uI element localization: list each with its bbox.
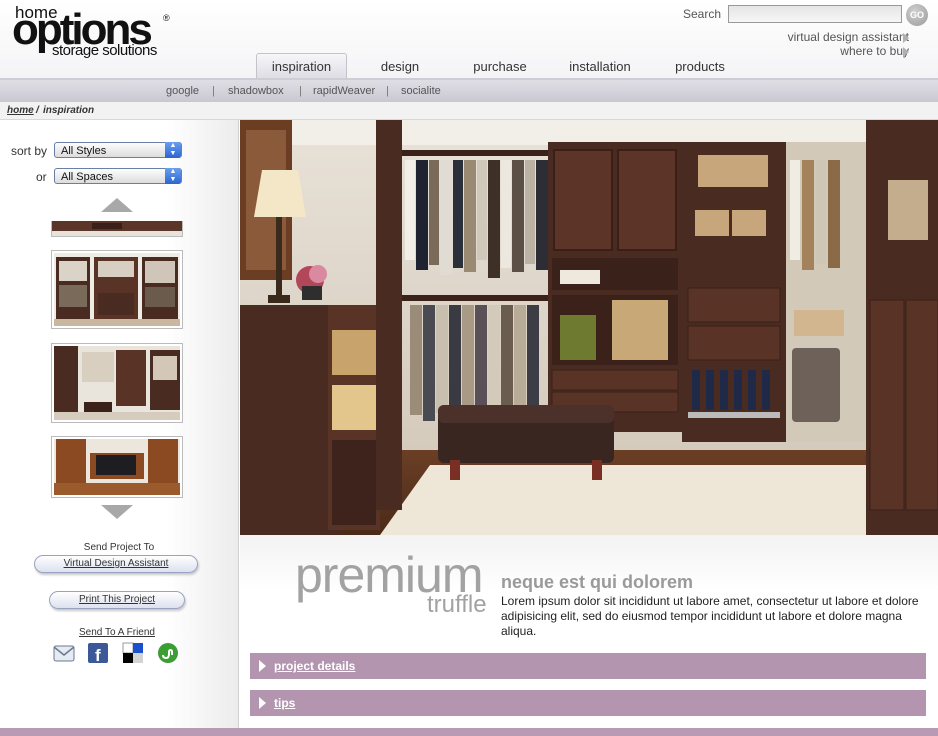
- subnav-separator: |: [386, 85, 389, 97]
- subnav-item-socialite[interactable]: socialite: [401, 85, 441, 97]
- project-details-accordion[interactable]: project details: [250, 653, 926, 679]
- footer-bar: [0, 728, 938, 736]
- search-input[interactable]: [728, 5, 902, 23]
- virtual-design-assistant-link[interactable]: virtual design assistant: [788, 30, 909, 44]
- send-project-label: Send Project To: [83, 542, 155, 553]
- delicious-icon[interactable]: [122, 642, 144, 664]
- virtual-design-assistant-label: virtual design assistant: [787, 30, 909, 44]
- search-label: Search: [683, 7, 722, 21]
- thumbnail-partial[interactable]: [51, 221, 183, 237]
- sub-navigation-bar: [0, 80, 938, 102]
- virtual-design-assistant-button[interactable]: Virtual Design Assistant: [34, 555, 198, 573]
- sort-style-value: All Styles: [61, 145, 107, 157]
- where-to-buy-link[interactable]: where to buy: [840, 44, 909, 58]
- sort-style-select[interactable]: All Styles ▲ ▼: [54, 142, 182, 158]
- select-updown-icon: ▲ ▼: [165, 168, 181, 184]
- project-thumbnail[interactable]: [51, 343, 183, 423]
- project-headline: neque est qui dolorem: [501, 572, 694, 592]
- subnav-item-google[interactable]: google: [166, 85, 199, 97]
- closet-hero-image: [240, 120, 938, 535]
- space-value: All Spaces: [61, 171, 113, 183]
- subnav-item-rapidweaver[interactable]: rapidWeaver: [313, 85, 375, 97]
- facebook-icon[interactable]: f: [87, 642, 109, 664]
- breadcrumb: [0, 102, 938, 120]
- tab-installation[interactable]: installation: [560, 58, 640, 78]
- chevron-right-icon: [903, 33, 909, 43]
- thumbnail-image: [54, 253, 180, 326]
- search-go-button[interactable]: GO: [906, 4, 928, 26]
- or-label: or: [36, 170, 47, 184]
- tab-inspiration[interactable]: inspiration: [256, 53, 347, 80]
- subnav-separator: |: [299, 85, 302, 97]
- subnav-separator: |: [212, 85, 215, 97]
- project-thumbnail[interactable]: [51, 250, 183, 329]
- breadcrumb-home-link[interactable]: home: [7, 105, 34, 116]
- breadcrumb-current: inspiration: [43, 105, 95, 116]
- thumbnail-image: [52, 221, 182, 236]
- tab-purchase[interactable]: purchase: [460, 58, 540, 78]
- project-details-label: project details: [274, 659, 356, 673]
- logo-registered-mark: ®: [163, 13, 170, 23]
- project-description: Lorem ipsum dolor sit incididunt ut labo…: [501, 594, 919, 638]
- subnav-item-shadowbox[interactable]: shadowbox: [228, 85, 284, 97]
- print-project-button[interactable]: Print This Project: [49, 591, 185, 609]
- space-select[interactable]: All Spaces ▲ ▼: [54, 168, 182, 184]
- scroll-up-arrow-icon[interactable]: [101, 198, 133, 212]
- project-thumbnail[interactable]: [51, 436, 183, 498]
- send-to-friend-link[interactable]: Send To A Friend: [0, 627, 236, 638]
- triangle-right-icon: [259, 697, 266, 709]
- scroll-down-arrow-icon[interactable]: [101, 505, 133, 519]
- tips-accordion[interactable]: tips: [250, 690, 926, 716]
- where-to-buy-label: where to buy: [840, 44, 909, 58]
- tab-products[interactable]: products: [660, 58, 740, 78]
- stumbleupon-icon[interactable]: [157, 642, 179, 664]
- sort-by-label: sort by: [11, 144, 48, 158]
- email-icon[interactable]: [53, 642, 75, 664]
- chevron-right-icon: [903, 47, 909, 57]
- collection-finish: truffle: [427, 591, 487, 618]
- breadcrumb-separator: /: [36, 105, 39, 116]
- thumbnail-image: [54, 346, 180, 420]
- select-updown-icon: ▲ ▼: [165, 142, 181, 158]
- triangle-right-icon: [259, 660, 266, 672]
- svg-text:f: f: [95, 646, 101, 664]
- logo-tagline: storage solutions: [52, 42, 157, 59]
- tab-design[interactable]: design: [360, 58, 440, 78]
- tips-label: tips: [274, 696, 296, 710]
- thumbnail-image: [54, 439, 180, 495]
